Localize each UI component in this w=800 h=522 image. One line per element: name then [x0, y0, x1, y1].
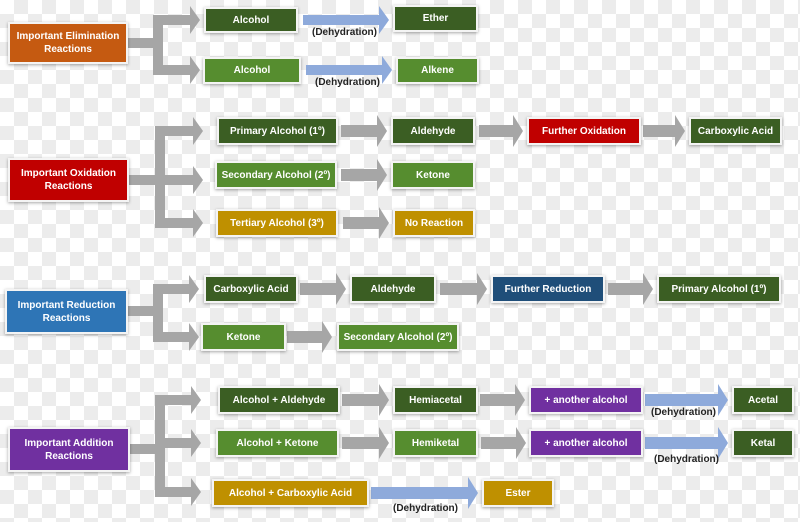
- branch-arrow: [158, 6, 200, 34]
- arrow-label-dehydration: (Dehydration): [654, 454, 719, 465]
- node-alcohol-ether-start: Alcohol: [204, 7, 298, 33]
- flow-arrow: [341, 159, 387, 191]
- node-ketone: Ketone: [391, 161, 475, 189]
- node-no-reaction: No Reaction: [393, 209, 475, 237]
- branch-arrow: [160, 386, 201, 414]
- node-hemiacetal: Hemiacetal: [393, 386, 478, 414]
- branch-arrow: [158, 275, 199, 303]
- branch-arrow: [160, 117, 203, 145]
- node-another-alcohol: + another alcohol: [529, 386, 643, 414]
- section-header-addition: Important Addition Reactions: [8, 427, 130, 472]
- node-tertiary-alcohol: Tertiary Alcohol (3º): [216, 209, 338, 237]
- node-ketone: Ketone: [201, 323, 286, 351]
- section-header-oxidation: Important Oxidation Reactions: [8, 158, 129, 202]
- flow-arrow: [643, 115, 685, 147]
- branch-arrow: [158, 323, 199, 351]
- node-ester: Ester: [482, 479, 554, 507]
- flow-arrow: [342, 384, 389, 416]
- section-header-elimination: Important Elimination Reactions: [8, 22, 128, 64]
- branch-arrow: [160, 478, 201, 506]
- flow-arrow: [608, 273, 653, 305]
- node-primary-alcohol: Primary Alcohol (1º): [657, 275, 781, 303]
- flow-arrow: [342, 427, 389, 459]
- node-alcohol-ketone: Alcohol + Ketone: [216, 429, 339, 457]
- node-aldehyde: Aldehyde: [391, 117, 475, 145]
- node-carboxylic-acid: Carboxylic Acid: [204, 275, 298, 303]
- node-primary-alcohol: Primary Alcohol (1º): [217, 117, 338, 145]
- node-alcohol-alkene-start: Alcohol: [203, 57, 301, 84]
- branch-arrow: [158, 56, 200, 84]
- flow-arrow: [287, 321, 332, 353]
- branch-arrow: [160, 429, 201, 457]
- flow-arrow: [480, 384, 525, 416]
- reaction-flow-diagram: Important Elimination Reactions Alcohol …: [0, 0, 800, 522]
- node-secondary-alcohol: Secondary Alcohol (2º): [215, 161, 337, 189]
- node-further-reduction: Further Reduction: [491, 275, 605, 303]
- arrow-label-dehydration: (Dehydration): [315, 77, 380, 88]
- node-another-alcohol: + another alcohol: [529, 429, 643, 457]
- node-acetal: Acetal: [732, 386, 794, 414]
- section-header-reduction: Important Reduction Reactions: [5, 289, 128, 334]
- node-secondary-alcohol: Secondary Alcohol (2º): [337, 323, 459, 351]
- node-further-oxidation: Further Oxidation: [527, 117, 641, 145]
- flow-arrow: [341, 115, 387, 147]
- flow-arrow: [300, 273, 346, 305]
- node-alcohol-aldehyde: Alcohol + Aldehyde: [218, 386, 340, 414]
- arrow-label-dehydration: (Dehydration): [651, 407, 716, 418]
- node-carboxylic-acid: Carboxylic Acid: [689, 117, 782, 145]
- flow-arrow: [343, 207, 389, 239]
- flow-arrow: [481, 427, 526, 459]
- branch-arrow: [160, 209, 203, 237]
- flow-arrow: [479, 115, 523, 147]
- node-ether: Ether: [393, 5, 478, 32]
- node-ketal: Ketal: [732, 429, 794, 457]
- arrow-label-dehydration: (Dehydration): [393, 503, 458, 514]
- node-alcohol-carboxylic-acid: Alcohol + Carboxylic Acid: [212, 479, 369, 507]
- node-hemiketal: Hemiketal: [393, 429, 478, 457]
- node-aldehyde: Aldehyde: [350, 275, 436, 303]
- flow-arrow: [440, 273, 487, 305]
- node-alkene: Alkene: [396, 57, 479, 84]
- branch-arrow: [160, 166, 203, 194]
- arrow-label-dehydration: (Dehydration): [312, 27, 377, 38]
